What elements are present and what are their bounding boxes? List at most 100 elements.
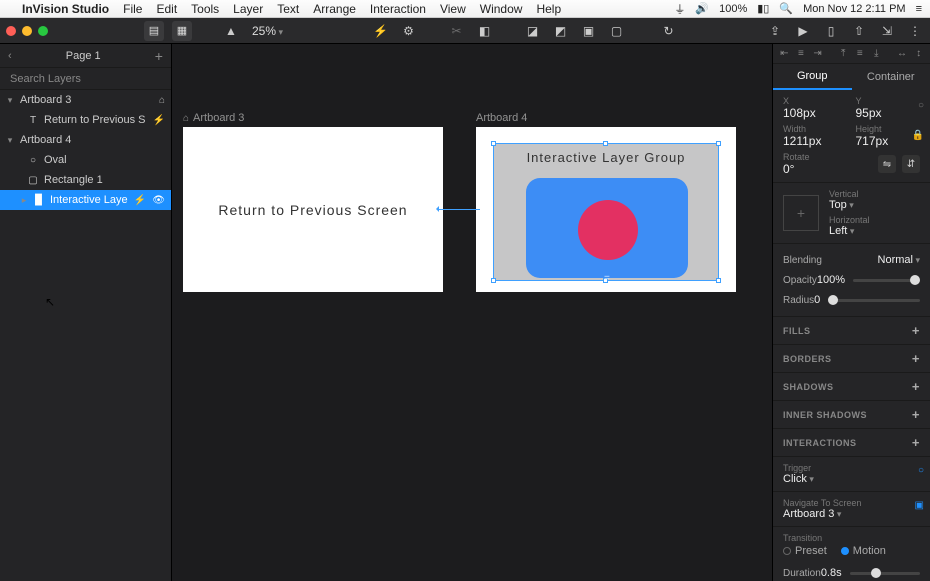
horizontal-align-select[interactable]: Left [829,225,870,237]
inner-shadows-header[interactable]: INNER SHADOWS+ [773,401,930,429]
x-input[interactable]: 108px [783,106,848,120]
bolt-icon[interactable]: ⚡ [372,22,390,40]
menu-layer[interactable]: Layer [233,2,263,16]
home-icon: ⌂ [159,95,165,106]
tab-container[interactable]: Container [852,64,930,90]
menu-text[interactable]: Text [277,2,299,16]
layer-rectangle-1[interactable]: ▢Rectangle 1 [0,170,171,190]
battery-percent: 100% [719,3,747,15]
opacity-input[interactable]: 100% [817,274,845,286]
add-border-icon[interactable]: + [912,351,920,366]
page-name[interactable]: Page 1 [66,50,101,62]
add-shadow-icon[interactable]: + [912,379,920,394]
menu-file[interactable]: File [123,2,142,16]
layers-toggle-icon[interactable]: ▤ [144,21,164,41]
layer-return-text[interactable]: TReturn to Previous S⚡ [0,110,171,130]
link-xy-icon[interactable]: ○ [918,100,924,111]
transition-preset-radio[interactable]: Preset [783,545,827,557]
vertical-align-select[interactable]: Top [829,199,870,211]
borders-header[interactable]: BORDERS+ [773,345,930,373]
subtract-icon[interactable]: ◩ [552,22,570,40]
pin-icon[interactable]: ⇪ [766,22,784,40]
search-layers-input[interactable]: Search Layers [0,68,171,90]
refresh-icon[interactable]: ↻ [660,22,678,40]
y-input[interactable]: 95px [856,106,921,120]
share-icon[interactable]: ⇲ [878,22,896,40]
pointer-tool-icon[interactable]: ▲ [222,22,240,40]
tab-group[interactable]: Group [773,64,852,90]
window-controls[interactable] [6,26,48,36]
fills-header[interactable]: FILLS+ [773,317,930,345]
spotlight-icon[interactable]: 🔍 [779,2,793,15]
flip-v-icon[interactable]: ⇵ [902,155,920,173]
interactions-header[interactable]: INTERACTIONS+ [773,429,930,457]
menu-clock[interactable]: Mon Nov 12 2:11 PM [803,3,906,15]
volume-icon[interactable]: 🔊 [695,2,709,15]
notifications-icon[interactable]: ≡ [916,3,922,15]
back-icon[interactable]: ‹ [8,50,12,62]
shadows-header[interactable]: SHADOWS+ [773,373,930,401]
union-icon[interactable]: ◪ [524,22,542,40]
oval-shape[interactable] [578,200,638,260]
align-top-icon[interactable]: ⤒ [838,47,849,61]
layer-artboard-4[interactable]: ▾Artboard 4 [0,130,171,150]
pin-widget[interactable]: + [783,195,819,231]
artboard-4-label[interactable]: Artboard 4 [476,112,527,124]
layer-interactive-group[interactable]: ▸▉Interactive Layer Group⚡👁 [0,190,171,210]
layer-artboard-3[interactable]: ▾Artboard 3⌂ [0,90,171,110]
upload-icon[interactable]: ⇧ [850,22,868,40]
trigger-select[interactable]: Click [783,473,920,485]
difference-icon[interactable]: ▢ [608,22,626,40]
lock-size-icon[interactable]: 🔒 [912,130,924,141]
wifi-icon[interactable]: ⏚ [674,1,685,17]
layer-oval[interactable]: ○Oval [0,150,171,170]
menu-window[interactable]: Window [480,2,523,16]
navigate-select[interactable]: Artboard 3 [783,508,920,520]
app-toolbar: ▤ ▦ ▲ 25% ⚡ ⚙ ✂ ◧ ◪ ◩ ▣ ▢ ↻ ⇪ ▶ ▯ ⇧ ⇲ ⋮ [0,18,930,44]
artboard-3-label[interactable]: ⌂Artboard 3 [183,112,244,124]
opacity-slider[interactable] [853,279,920,282]
width-input[interactable]: 1211px [783,134,848,148]
artboard-3[interactable]: Return to Previous Screen [183,127,443,292]
menu-help[interactable]: Help [536,2,561,16]
rotate-input[interactable]: 0° [783,162,870,176]
align-vcenter-icon[interactable]: ≡ [854,47,865,61]
align-hcenter-icon[interactable]: ≡ [796,47,807,61]
add-page-icon[interactable]: + [155,48,163,64]
eye-icon[interactable]: 👁 [152,195,165,206]
duration-input[interactable]: 0.8s [821,567,842,579]
flip-h-icon[interactable]: ⇋ [878,155,896,173]
selected-group[interactable]: Interactive Layer Group [493,143,719,281]
drag-handle-icon[interactable]: = [604,273,612,284]
zoom-level[interactable]: 25% [252,24,283,38]
intersect-icon[interactable]: ▣ [580,22,598,40]
more-icon[interactable]: ⋮ [906,22,924,40]
add-interaction-icon[interactable]: + [912,435,920,450]
menu-interaction[interactable]: Interaction [370,2,426,16]
crop-icon[interactable]: ◧ [476,22,494,40]
menu-view[interactable]: View [440,2,466,16]
device-icon[interactable]: ▯ [822,22,840,40]
height-input[interactable]: 717px [856,134,921,148]
distribute-h-icon[interactable]: ↔ [897,47,908,61]
align-left-icon[interactable]: ⇤ [779,47,790,61]
library-toggle-icon[interactable]: ▦ [172,21,192,41]
menu-arrange[interactable]: Arrange [313,2,356,16]
radius-input[interactable]: 0 [814,294,820,306]
distribute-v-icon[interactable]: ↕ [913,47,924,61]
interaction-link-icon[interactable]: ○ [918,465,924,476]
add-fill-icon[interactable]: + [912,323,920,338]
menu-edit[interactable]: Edit [156,2,177,16]
add-inner-shadow-icon[interactable]: + [912,407,920,422]
transition-motion-radio[interactable]: Motion [841,545,886,557]
play-icon[interactable]: ▶ [794,22,812,40]
screen-link-icon[interactable]: ▣ [915,500,924,511]
blending-select[interactable]: Normal [878,254,920,266]
duration-slider[interactable] [850,572,920,575]
radius-slider[interactable] [828,299,920,302]
align-bottom-icon[interactable]: ⤓ [871,47,882,61]
align-right-icon[interactable]: ⇥ [812,47,823,61]
canvas-area[interactable]: ⌂Artboard 3 Return to Previous Screen Ar… [172,44,772,581]
menu-tools[interactable]: Tools [191,2,219,16]
gear-icon[interactable]: ⚙ [400,22,418,40]
